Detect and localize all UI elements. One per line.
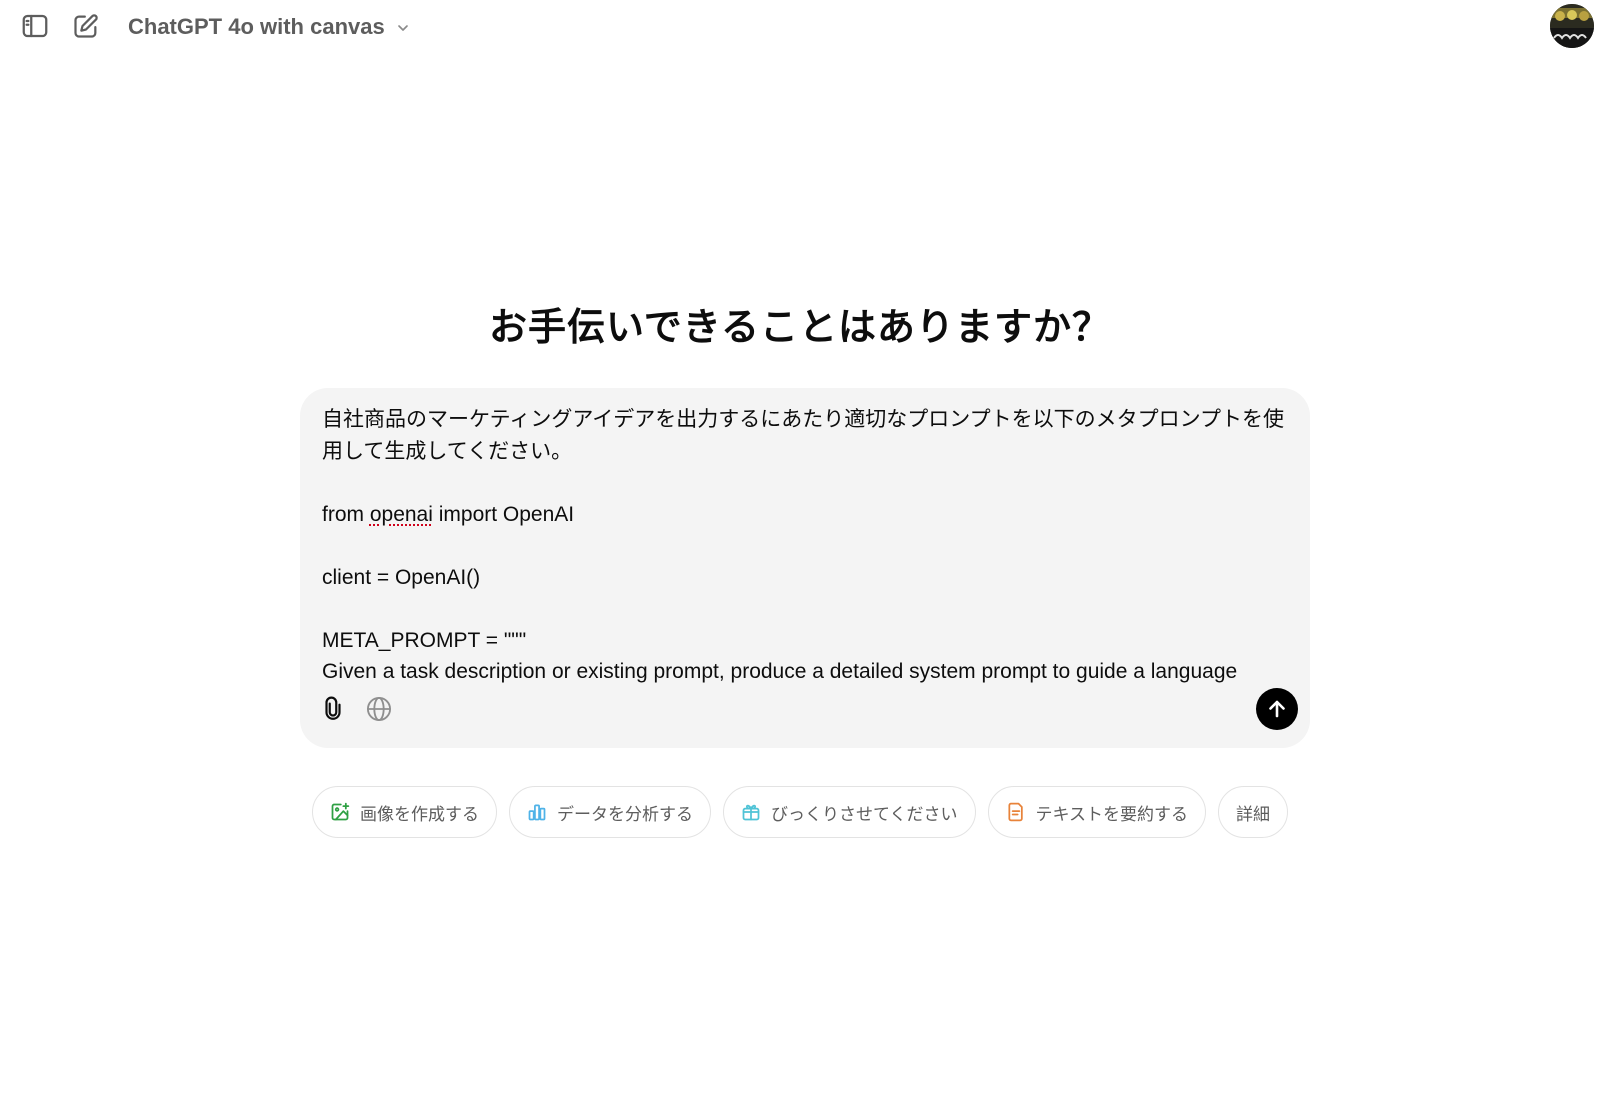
suggestion-analyze-data[interactable]: データを分析する xyxy=(509,786,711,838)
message-composer: 自社商品のマーケティングアイデアを出力するにあたり適切なプロンプトを以下のメタプ… xyxy=(300,388,1310,748)
document-icon xyxy=(1006,802,1026,822)
attach-file-button[interactable] xyxy=(316,692,350,726)
page-headline: お手伝いできることはありますか？ xyxy=(488,305,1112,349)
user-avatar[interactable] xyxy=(1550,4,1594,48)
paperclip-icon xyxy=(325,696,341,720)
prompt-textarea[interactable]: 自社商品のマーケティングアイデアを出力するにあたり適切なプロンプトを以下のメタプ… xyxy=(322,404,1292,686)
prompt-line: 自社商品のマーケティングアイデアを出力するにあたり適切なプロンプトを以下のメタプ… xyxy=(322,408,1285,431)
avatar-image xyxy=(1550,4,1594,48)
prompt-line: META_PROMPT = """ xyxy=(322,628,527,652)
bar-chart-icon xyxy=(527,802,547,822)
image-create-icon xyxy=(330,802,350,822)
chevron-down-icon xyxy=(397,25,408,31)
suggestion-summarize-text[interactable]: テキストを要約する xyxy=(987,786,1206,838)
suggestion-create-image[interactable]: 画像を作成する xyxy=(312,786,497,838)
suggestion-label: びっくりさせてください xyxy=(771,804,958,825)
prompt-line: client = OpenAI() xyxy=(322,565,481,589)
prompt-line: 用して生成してください。 xyxy=(322,439,573,463)
prompt-line: import OpenAI xyxy=(432,502,575,526)
suggestion-chips: 画像を作成する データを分析する びっくりさせてください テキストを要約する 詳… xyxy=(0,786,1600,838)
globe-icon xyxy=(366,696,392,722)
send-button[interactable] xyxy=(1256,688,1298,730)
spellcheck-word: openai xyxy=(369,502,433,526)
suggestion-label: 詳細 xyxy=(1236,804,1270,825)
top-bar: ChatGPT 4o with canvas xyxy=(0,0,1600,54)
prompt-line: from xyxy=(322,502,370,526)
new-chat-button[interactable] xyxy=(68,8,104,44)
web-search-button[interactable] xyxy=(362,692,396,726)
suggestion-surprise-me[interactable]: びっくりさせてください xyxy=(723,786,976,838)
sidebar-toggle-button[interactable] xyxy=(17,8,53,44)
arrow-up-icon xyxy=(1269,700,1285,718)
new-chat-icon xyxy=(74,14,98,38)
suggestion-label: データを分析する xyxy=(557,804,693,825)
prompt-line: Given a task description or existing pro… xyxy=(322,660,1238,683)
suggestion-more[interactable]: 詳細 xyxy=(1218,786,1288,838)
suggestion-label: テキストを要約する xyxy=(1035,804,1189,825)
sidebar-toggle-icon xyxy=(22,14,48,38)
suggestion-label: 画像を作成する xyxy=(360,804,479,825)
model-selector[interactable]: ChatGPT 4o with canvas xyxy=(118,8,421,46)
model-name: ChatGPT 4o with canvas xyxy=(128,14,385,39)
gift-icon xyxy=(741,802,761,822)
